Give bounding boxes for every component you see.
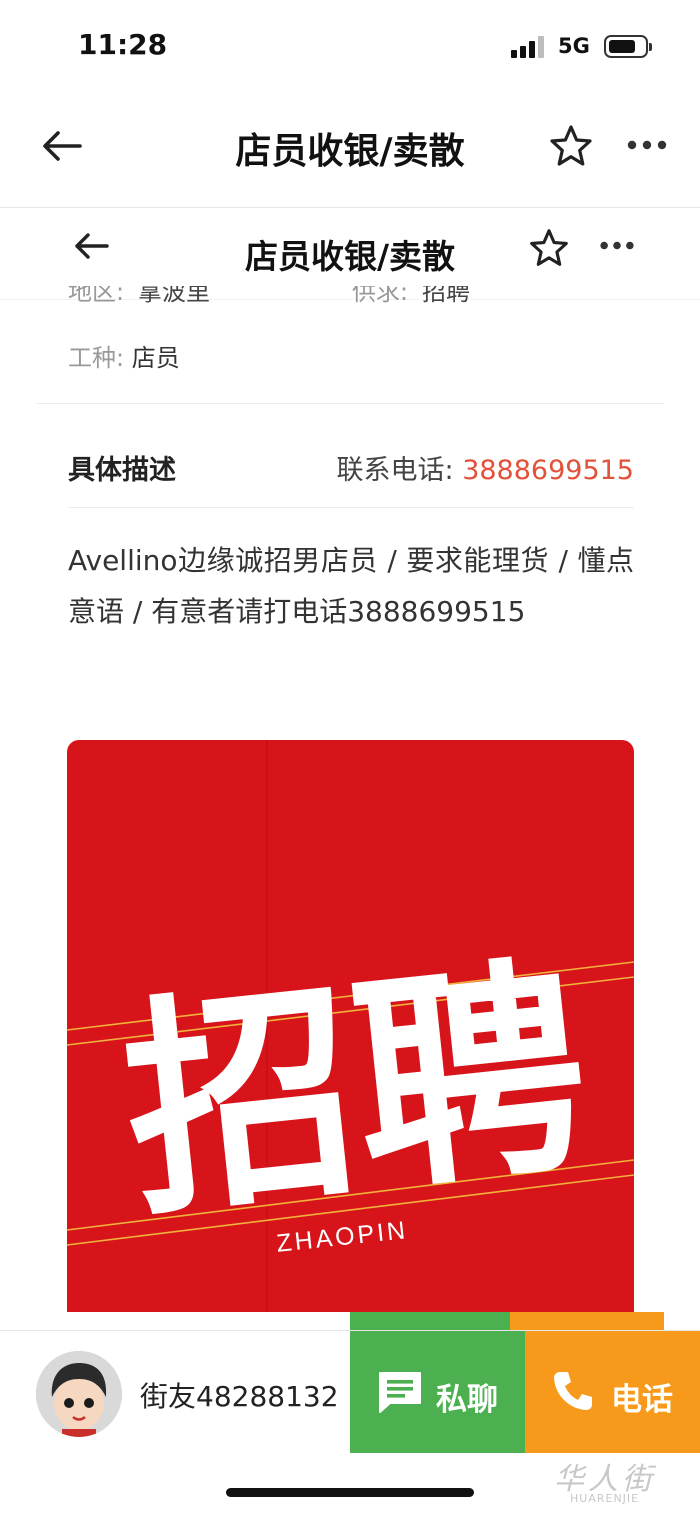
phone-label: 联系电话: xyxy=(336,455,454,486)
network-label: 5G xyxy=(558,34,590,58)
peek-orange xyxy=(510,1312,664,1332)
page-title: 店员收银/卖散 xyxy=(235,131,465,172)
private-chat-button[interactable]: 私聊 xyxy=(350,1331,525,1453)
star-icon[interactable] xyxy=(549,124,593,168)
divider xyxy=(68,507,634,508)
phone-number-link[interactable]: 3888699515 xyxy=(462,455,634,486)
watermark-sub: HUARENJIE xyxy=(570,1492,640,1505)
description-body: Avellino边缘诚招男店员 / 要求能理货 / 懂点意语 / 有意者请打电话… xyxy=(68,544,634,628)
job-type-value: 店员 xyxy=(131,344,180,372)
poster-headline: 招聘 xyxy=(113,932,599,1249)
call-button[interactable]: 电话 xyxy=(525,1331,700,1453)
area-supply-row: 地区: 拿波里 供求: 招聘 xyxy=(68,286,638,312)
top-nav-bar: 店员收银/卖散 xyxy=(0,95,700,208)
recruitment-poster[interactable]: 招聘 ZHAOPIN xyxy=(67,740,634,1312)
peek-green xyxy=(350,1312,510,1332)
battery-icon xyxy=(604,35,652,58)
signal-icon xyxy=(511,36,547,58)
chat-icon xyxy=(379,1372,421,1413)
description-title: 具体描述 xyxy=(68,455,176,486)
star-icon[interactable] xyxy=(529,228,569,268)
more-icon[interactable] xyxy=(599,240,635,251)
divider xyxy=(36,403,664,404)
embedded-page-title: 店员收银/卖散 xyxy=(244,237,456,276)
supply-label: 供求: xyxy=(352,286,409,306)
watermark-logo: 华人街 HUARENJIE xyxy=(552,1452,698,1510)
call-label: 电话 xyxy=(611,1382,673,1418)
home-indicator xyxy=(226,1488,474,1497)
supply-value: 招聘 xyxy=(422,286,470,306)
status-time: 11:28 xyxy=(78,28,168,61)
job-type-row: 工种: 店员 xyxy=(68,338,180,373)
area-label: 地区: xyxy=(68,286,125,306)
poster-artwork: 招聘 ZHAOPIN xyxy=(67,740,634,1312)
username: 街友48288132 xyxy=(140,1380,339,1413)
job-type-label: 工种: xyxy=(68,344,125,372)
avatar[interactable] xyxy=(36,1351,122,1437)
bottom-action-bar: 街友48288132 私聊 电话 xyxy=(0,1330,700,1454)
description-header: 具体描述 联系电话: 3888699515 xyxy=(68,446,634,486)
area-value: 拿波里 xyxy=(138,286,210,306)
status-bar: 11:28 5G xyxy=(0,0,700,95)
contact-phone: 联系电话: 3888699515 xyxy=(337,448,635,487)
private-chat-label: 私聊 xyxy=(436,1382,498,1418)
phone-icon xyxy=(554,1372,592,1410)
more-icon[interactable] xyxy=(626,139,668,151)
